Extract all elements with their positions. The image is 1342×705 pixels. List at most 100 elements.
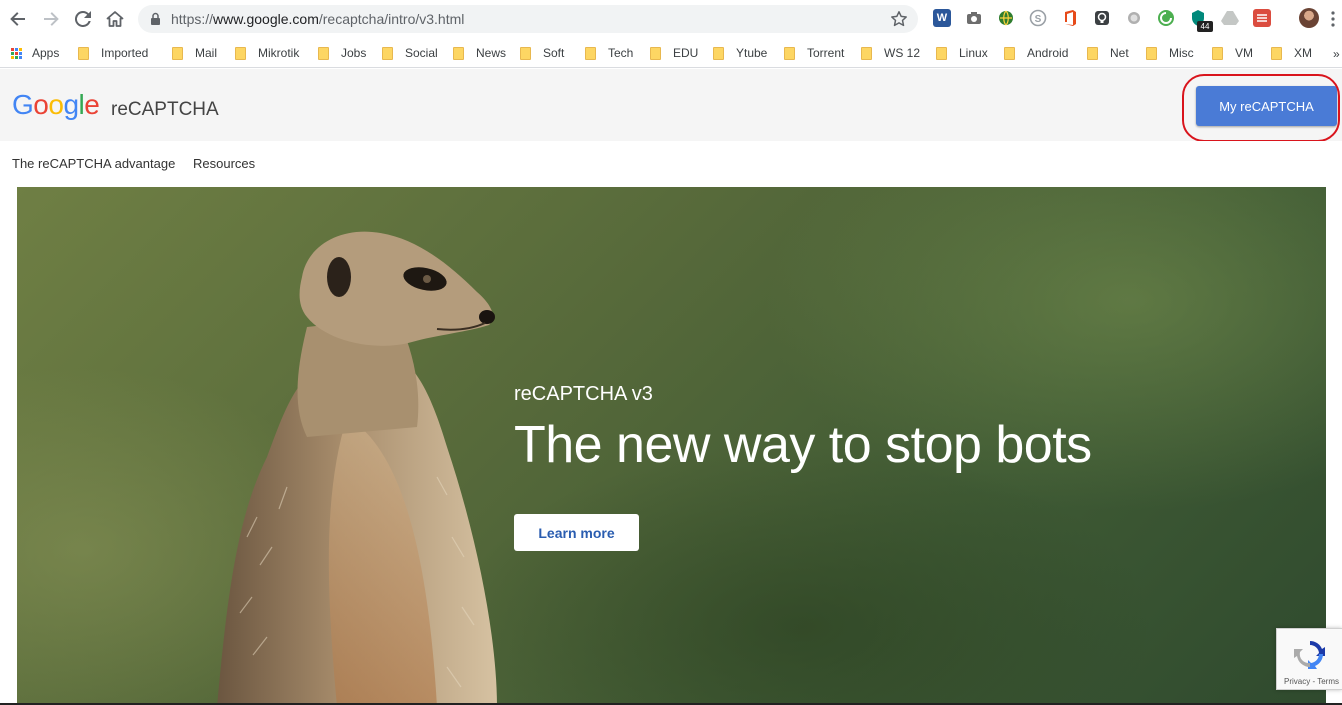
hero-subtitle: reCAPTCHA v3 [514, 383, 653, 405]
nav-link-advantage[interactable]: The reCAPTCHA advantage [12, 156, 175, 171]
google-logo[interactable]: Google [12, 89, 100, 121]
office-extension-icon[interactable] [1061, 9, 1079, 27]
bookmark-imported[interactable]: Imported [78, 43, 148, 63]
bookmark-label: VM [1235, 46, 1253, 60]
bookmark-mail[interactable]: Mail [172, 43, 217, 63]
bookmark-label: News [476, 46, 507, 60]
site-header: Google reCAPTCHA My reCAPTCHA [0, 69, 1342, 142]
folder-icon [1004, 46, 1015, 60]
bookmark-android[interactable]: Android [1004, 43, 1068, 63]
home-button[interactable] [104, 8, 126, 30]
bookmark-linux[interactable]: Linux [936, 43, 988, 63]
globe-extension-icon[interactable] [997, 9, 1015, 27]
folder-icon [713, 46, 724, 60]
folder-icon [861, 46, 872, 60]
bookmark-ws12[interactable]: WS 12 [861, 43, 920, 63]
bookmark-label: WS 12 [884, 46, 921, 60]
todoist-extension-icon[interactable] [1253, 9, 1271, 27]
folder-icon [78, 46, 89, 60]
learn-more-button[interactable]: Learn more [514, 514, 639, 551]
bookmark-label: EDU [673, 46, 699, 60]
hero-title: The new way to stop bots [514, 416, 1092, 474]
annotation-highlight [1182, 74, 1340, 142]
forward-button[interactable] [40, 8, 62, 30]
bookmark-label: Soft [543, 46, 565, 60]
folder-icon [1212, 46, 1223, 60]
hero-banner: reCAPTCHA v3 The new way to stop bots Le… [17, 187, 1326, 705]
folder-icon [784, 46, 795, 60]
bookmark-social[interactable]: Social [382, 43, 438, 63]
drive-extension-icon[interactable] [1221, 9, 1239, 27]
bookmark-ytube[interactable]: Ytube [713, 43, 767, 63]
bookmark-news[interactable]: News [453, 43, 506, 63]
lock-icon [151, 12, 160, 25]
bulb-extension-icon[interactable] [1093, 9, 1111, 27]
bookmark-label: Linux [959, 46, 988, 60]
bookmark-vm[interactable]: VM [1212, 43, 1253, 63]
home-icon [106, 11, 124, 27]
folder-icon [453, 46, 464, 60]
sub-navigation: The reCAPTCHA advantage Resources [0, 141, 1342, 187]
profile-avatar[interactable] [1299, 8, 1319, 28]
folder-icon [1087, 46, 1098, 60]
folder-icon [585, 46, 596, 60]
folder-icon [382, 46, 393, 60]
bookmark-label: Android [1027, 46, 1069, 60]
apps-grid-icon [11, 47, 22, 59]
word-extension-letter: W [936, 12, 948, 24]
logo-letter: g [63, 89, 79, 120]
bookmark-label: Misc [1169, 46, 1194, 60]
bookmark-label: Torrent [807, 46, 845, 60]
recaptcha-logo-icon [1294, 641, 1325, 669]
back-button[interactable] [7, 8, 29, 30]
logo-letter: G [12, 89, 34, 120]
folder-icon [1271, 46, 1282, 60]
bookmark-net[interactable]: Net [1087, 43, 1129, 63]
more-vert-icon[interactable] [1330, 10, 1336, 28]
bookmark-label: Ytube [736, 46, 768, 60]
star-icon[interactable] [890, 10, 908, 28]
word-extension-icon[interactable]: W [933, 9, 951, 27]
nav-link-resources[interactable]: Resources [193, 156, 255, 171]
bookmark-label: Imported [101, 46, 149, 60]
url-text: https://www.google.com/recaptcha/intro/v… [171, 11, 465, 27]
bookmark-label: Social [405, 46, 438, 60]
bookmark-apps[interactable]: Apps [11, 43, 59, 63]
folder-icon [650, 46, 661, 60]
recaptcha-badge[interactable]: Privacy - Terms [1276, 628, 1342, 690]
extension-badge: 44 [1197, 21, 1213, 32]
bookmark-torrent[interactable]: Torrent [784, 43, 844, 63]
bookmark-label: Mikrotik [258, 46, 300, 60]
bookmark-xm[interactable]: XM [1271, 43, 1312, 63]
bookmark-misc[interactable]: Misc [1146, 43, 1194, 63]
bookmark-label: Jobs [341, 46, 367, 60]
logo-letter: e [84, 89, 100, 120]
bookmark-tech[interactable]: Tech [585, 43, 633, 63]
logo-letter: o [33, 89, 49, 120]
bookmark-label: XM [1294, 46, 1312, 60]
bookmark-jobs[interactable]: Jobs [318, 43, 366, 63]
folder-icon [1146, 46, 1157, 60]
meerkat-image [217, 231, 497, 705]
bookmark-soft[interactable]: Soft [520, 43, 564, 63]
bookmark-label: Mail [195, 46, 218, 60]
bookmark-mikrotik[interactable]: Mikrotik [235, 43, 299, 63]
browser-toolbar: https://www.google.com/recaptcha/intro/v… [0, 0, 1342, 38]
bookmark-edu[interactable]: EDU [650, 43, 698, 63]
circle-extension-icon[interactable] [1125, 9, 1143, 27]
reload-button[interactable] [72, 8, 94, 30]
product-name: reCAPTCHA [111, 99, 219, 120]
camera-extension-icon[interactable] [965, 9, 983, 27]
privacy-link[interactable]: Privacy [1284, 677, 1310, 686]
arrow-left-icon [10, 12, 25, 26]
folder-icon [318, 46, 329, 60]
folder-icon [172, 46, 183, 60]
arrow-right-icon [44, 12, 59, 26]
skype-extension-icon[interactable]: S [1029, 9, 1047, 27]
address-bar[interactable]: https://www.google.com/recaptcha/intro/v… [138, 5, 918, 33]
green-extension-icon[interactable] [1157, 9, 1175, 27]
terms-link[interactable]: Terms [1317, 677, 1339, 686]
bookmarks-overflow-button[interactable]: » [1333, 47, 1340, 61]
bookmark-label: Net [1110, 46, 1129, 60]
folder-icon [235, 46, 246, 60]
